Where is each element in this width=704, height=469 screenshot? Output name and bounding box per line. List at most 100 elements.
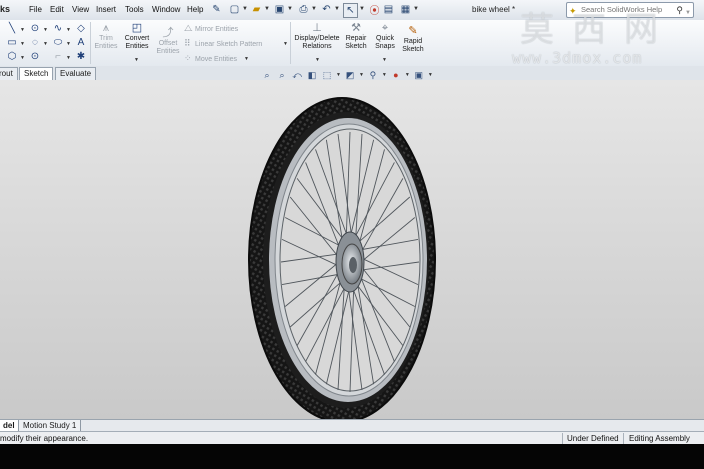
search-icon[interactable]: ⚲ (676, 3, 683, 17)
trim-icon: ⩚ (102, 22, 110, 34)
chevron-down-icon[interactable]: ▼ (43, 27, 48, 33)
select-pointer-icon[interactable]: ↖ (343, 3, 358, 18)
tab-sketch[interactable]: Sketch (19, 67, 54, 80)
mirror-entities-button[interactable]: ⧍ Mirror Entities (184, 22, 238, 34)
chevron-down-icon[interactable]: ▼ (428, 72, 433, 78)
convert-entities-button[interactable]: ◰ Convert Entities (121, 22, 153, 51)
command-manager: ╲ ▼ ⊙ ▼ ∿ ▼ ◇ ▭ ▼ ◌ ▼ ⬭ ▼ A ⬡ ▼ ⊙ ⌐ ▼ ✱ … (0, 20, 704, 67)
section-view-icon[interactable]: ◧ (306, 69, 318, 81)
app-name: ks (0, 4, 11, 14)
chevron-down-icon[interactable]: ▼ (66, 55, 71, 61)
previous-view-icon[interactable]: ⤺ (291, 69, 303, 81)
search-box[interactable]: ✦ ⚲ ▼ (566, 2, 694, 18)
display-style-icon[interactable]: ◩ (344, 69, 356, 81)
text-icon[interactable]: A (75, 37, 87, 49)
spline-icon[interactable]: ∿ (52, 23, 64, 35)
chevron-down-icon[interactable]: ▼ (405, 72, 410, 78)
pin-icon[interactable]: ✎ (210, 3, 223, 16)
ellipse-icon[interactable]: ⬭ (52, 37, 64, 49)
repair-sketch-button[interactable]: ⚒ Repair Sketch (343, 22, 369, 51)
chevron-down-icon[interactable]: ▼ (66, 41, 71, 47)
quick-snaps-button[interactable]: ⌖ Quick Snaps (372, 22, 398, 51)
circle-icon[interactable]: ⊙ (29, 23, 41, 35)
scene-icon[interactable]: ▣ (413, 69, 425, 81)
bike-wheel-model[interactable] (0, 80, 704, 419)
open-folder-icon[interactable]: ▰ (250, 3, 263, 16)
chevron-down-icon[interactable]: ▼ (315, 57, 320, 63)
menu-view[interactable]: View (72, 5, 89, 14)
menu-edit[interactable]: Edit (50, 5, 64, 14)
polygon-icon[interactable]: ⬡ (6, 51, 18, 63)
appearance-icon[interactable]: ● (390, 69, 402, 81)
convert-icon: ◰ (131, 22, 143, 34)
menu-insert[interactable]: Insert (96, 5, 116, 14)
screen-bottom-border (0, 444, 704, 469)
menu-help[interactable]: Help (187, 5, 203, 14)
menu-bar: ks File Edit View Insert Tools Window He… (0, 0, 704, 21)
trim-entities-button[interactable]: ⩚ Trim Entities (93, 22, 119, 51)
tab-layout[interactable]: rout (0, 67, 18, 80)
menu-file[interactable]: File (29, 5, 42, 14)
zoom-to-fit-icon[interactable]: ⌕ (261, 69, 273, 81)
chevron-down-icon[interactable]: ▼ (264, 6, 270, 12)
zoom-area-icon[interactable]: ⌕ (276, 69, 288, 81)
view-orientation-icon[interactable]: ⬚ (321, 69, 333, 81)
chevron-down-icon[interactable]: ▼ (20, 27, 25, 33)
plane-icon[interactable]: ✱ (75, 51, 87, 63)
menu-tools[interactable]: Tools (125, 5, 144, 14)
pattern-icon: ⠿ (184, 38, 191, 48)
chevron-down-icon[interactable]: ▼ (336, 72, 341, 78)
graphics-area[interactable]: 莫西网 www.3dmox.com (0, 80, 704, 419)
chevron-down-icon[interactable]: ▼ (134, 57, 139, 63)
chevron-down-icon[interactable]: ▼ (20, 55, 25, 61)
chevron-down-icon[interactable]: ▼ (244, 56, 249, 62)
chevron-down-icon[interactable]: ▼ (359, 72, 364, 78)
traffic-light-icon[interactable]: ⦿ (368, 3, 381, 17)
point-icon[interactable]: ⊙ (29, 51, 41, 63)
line-icon[interactable]: ╲ (6, 23, 18, 35)
chevron-down-icon[interactable]: ▼ (66, 27, 71, 33)
offset-icon: ⤴ (162, 27, 174, 39)
status-separator (623, 433, 624, 444)
move-entities-button[interactable]: ⁘ Move Entities (184, 52, 237, 64)
search-input[interactable] (581, 4, 676, 15)
linear-sketch-pattern-button[interactable]: ⠿ Linear Sketch Pattern (184, 37, 262, 49)
hide-show-icon[interactable]: ⚲ (367, 69, 379, 81)
chevron-down-icon[interactable]: ▼ (413, 6, 419, 12)
arc-icon[interactable]: ◌ (29, 37, 41, 49)
editing-mode: Editing Assembly (629, 434, 690, 443)
chevron-down-icon[interactable]: ▼ (334, 6, 340, 12)
mirror-icon: ⧍ (184, 23, 193, 33)
smart-dimension-icon[interactable]: ◇ (75, 23, 87, 35)
chevron-down-icon[interactable]: ▼ (283, 41, 288, 47)
menu-window[interactable]: Window (152, 5, 180, 14)
tab-evaluate[interactable]: Evaluate (55, 67, 97, 80)
options-icon[interactable]: ▦ (399, 3, 412, 16)
chevron-down-icon[interactable]: ▼ (382, 57, 387, 63)
relations-icon: ⊥ (312, 22, 322, 34)
new-document-icon[interactable]: ▢ (228, 3, 241, 16)
chevron-down-icon[interactable]: ▼ (43, 41, 48, 47)
heads-up-toolbar: ⌕ ⌕ ⤺ ◧ ⬚ ▼ ◩ ▼ ⚲ ▼ ● ▼ ▣ ▼ (261, 69, 433, 81)
chevron-down-icon[interactable]: ▼ (382, 72, 387, 78)
chevron-down-icon[interactable]: ▼ (359, 6, 365, 12)
help-search-icon: ✦ (569, 6, 577, 16)
display-delete-relations-button[interactable]: ⊥ Display/Delete Relations (292, 22, 342, 51)
file-properties-icon[interactable]: ▤ (382, 3, 395, 16)
fillet-icon[interactable]: ⌐ (52, 51, 64, 63)
move-icon: ⁘ (184, 53, 192, 63)
chevron-down-icon[interactable]: ▼ (242, 6, 248, 12)
print-icon[interactable]: ⎙ (297, 3, 310, 16)
undo-icon[interactable]: ↶ (320, 3, 333, 16)
chevron-down-icon[interactable]: ▼ (311, 6, 317, 12)
save-icon[interactable]: ▣ (273, 3, 286, 16)
offset-entities-button[interactable]: ⤴ Offset Entities (155, 27, 181, 56)
chevron-down-icon[interactable]: ▼ (287, 6, 293, 12)
snap-icon: ⌖ (381, 22, 389, 34)
status-bar: modify their appearance. Under Defined E… (0, 431, 704, 445)
chevron-down-icon[interactable]: ▼ (20, 41, 25, 47)
rectangle-icon[interactable]: ▭ (6, 37, 18, 49)
rapid-sketch-button[interactable]: ✎ Rapid Sketch (400, 25, 426, 54)
ribbon-separator (90, 22, 91, 64)
chevron-down-icon[interactable]: ▼ (685, 6, 691, 20)
